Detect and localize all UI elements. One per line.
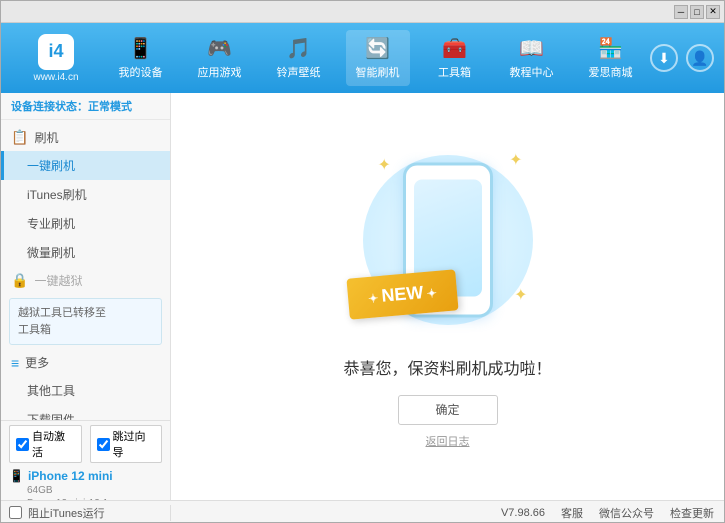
fan-city-icon: 🏪 — [598, 36, 623, 61]
window-controls: ─ □ ✕ — [674, 5, 720, 19]
section-jailbreak[interactable]: 🔒 一键越狱 — [1, 267, 170, 294]
connection-status: 设备连接状态：正常模式 — [1, 93, 170, 120]
smart-flash-icon: 🔄 — [365, 36, 390, 61]
sidebar-bottom-strip: 自动激活 跳过向导 📱 iPhone 12 mini 64GB Down-12m… — [1, 420, 170, 500]
sidebar-scroll: 设备连接状态：正常模式 📋 刷机 一键刷机 iTunes刷机 专业刷机 微量刷机… — [1, 93, 170, 420]
skip-guide-checkbox[interactable] — [97, 438, 110, 451]
stop-itunes-label: 阻止iTunes运行 — [28, 505, 105, 521]
sidebar-item-download-firmware[interactable]: 下载固件 — [1, 405, 170, 420]
sidebar-layout: 设备连接状态：正常模式 📋 刷机 一键刷机 iTunes刷机 专业刷机 微量刷机… — [1, 93, 171, 500]
status-label: 设备连接状态： — [11, 101, 88, 113]
download-button[interactable]: ⬇ — [650, 44, 678, 72]
device-storage: 64GB — [9, 485, 162, 496]
version-text: V7.98.66 — [501, 507, 545, 519]
nav-item-apps-games[interactable]: 🎮 应用游戏 — [188, 30, 252, 86]
sparkle-icon-1: ✦ — [378, 155, 391, 175]
logo-icon-text: i4 — [48, 41, 63, 62]
nav-item-smart-flash[interactable]: 🔄 智能刷机 — [346, 30, 410, 86]
stop-itunes-checkbox[interactable] — [9, 506, 22, 519]
sidebar-item-one-click-flash[interactable]: 一键刷机 — [1, 151, 170, 180]
jailbreak-section-icon: 🔒 — [11, 272, 28, 289]
jailbreak-info-box: 越狱工具已转移至工具箱 — [9, 298, 162, 345]
user-button[interactable]: 👤 — [686, 44, 714, 72]
toolbox-icon: 🧰 — [442, 36, 467, 61]
more-section-icon: ≡ — [11, 355, 19, 371]
app-window: ─ □ ✕ i4 www.i4.cn 📱 我的设备 🎮 应用游戏 — [0, 0, 725, 523]
user-icon: 👤 — [691, 50, 708, 67]
nav-item-ringtones[interactable]: 🎵 铃声壁纸 — [267, 30, 331, 86]
more-section-label: 更多 — [25, 354, 49, 371]
auto-connect-checkbox-label[interactable]: 自动激活 — [9, 425, 82, 463]
ringtones-icon: 🎵 — [286, 36, 311, 61]
skip-guide-checkbox-label[interactable]: 跳过向导 — [90, 425, 163, 463]
body-layout: i4 www.i4.cn 📱 我的设备 🎮 应用游戏 🎵 铃声壁纸 — [1, 23, 724, 523]
checkbox-row: 自动激活 跳过向导 — [9, 425, 162, 463]
logo-icon: i4 — [38, 34, 74, 70]
header-right: ⬇ 👤 — [650, 44, 714, 72]
new-badge: NEW — [346, 269, 458, 319]
sidebar-item-other-tools[interactable]: 其他工具 — [1, 376, 170, 405]
logo-subtitle: www.i4.cn — [33, 72, 78, 83]
tutorial-label: 教程中心 — [510, 64, 554, 80]
sidebar-item-itunes-flash[interactable]: iTunes刷机 — [1, 180, 170, 209]
mid-layout: 设备连接状态：正常模式 📋 刷机 一键刷机 iTunes刷机 专业刷机 微量刷机… — [1, 93, 724, 500]
wechat-link[interactable]: 微信公众号 — [599, 505, 654, 521]
smart-flash-label: 智能刷机 — [356, 64, 400, 80]
close-button[interactable]: ✕ — [706, 5, 720, 19]
device-phone-icon: 📱 — [9, 469, 24, 483]
success-title: 恭喜您，保资料刷机成功啦！ — [343, 355, 551, 379]
nav-item-tutorial[interactable]: 📖 教程中心 — [500, 30, 564, 86]
confirm-button[interactable]: 确定 — [398, 395, 498, 425]
my-device-icon: 📱 — [128, 36, 153, 61]
apps-games-icon: 🎮 — [207, 36, 232, 61]
section-more[interactable]: ≡ 更多 — [1, 349, 170, 376]
status-value: 正常模式 — [88, 101, 132, 113]
apps-games-label: 应用游戏 — [198, 64, 242, 80]
footer-left: 阻止iTunes运行 — [1, 505, 171, 521]
service-link[interactable]: 客服 — [561, 505, 583, 521]
success-illustration: NEW ✦ ✦ ✦ — [358, 145, 538, 335]
main-content: NEW ✦ ✦ ✦ 恭喜您，保资料刷机成功啦！ 确定 返回日志 — [171, 93, 724, 500]
device-name-area: 📱 iPhone 12 mini — [9, 469, 162, 483]
minimize-button[interactable]: ─ — [674, 5, 688, 19]
auto-connect-checkbox[interactable] — [16, 438, 29, 451]
header: i4 www.i4.cn 📱 我的设备 🎮 应用游戏 🎵 铃声壁纸 — [1, 23, 724, 93]
auto-connect-label: 自动激活 — [32, 428, 75, 460]
logo: i4 www.i4.cn — [11, 34, 101, 83]
device-name-text: iPhone 12 mini — [28, 469, 113, 483]
back-log-link[interactable]: 返回日志 — [426, 433, 470, 449]
sidebar-item-pro-flash[interactable]: 专业刷机 — [1, 209, 170, 238]
nav-item-toolbox[interactable]: 🧰 工具箱 — [425, 30, 485, 86]
title-bar: ─ □ ✕ — [1, 1, 724, 23]
nav-item-fan-city[interactable]: 🏪 爱思商城 — [579, 30, 643, 86]
fan-city-label: 爱思商城 — [589, 64, 633, 80]
tutorial-icon: 📖 — [519, 36, 544, 61]
jailbreak-section-label: 一键越狱 — [34, 272, 82, 289]
footer: 阻止iTunes运行 V7.98.66 客服 微信公众号 检查更新 — [1, 500, 724, 523]
flash-section-label: 刷机 — [34, 129, 58, 146]
sidebar-item-micro-flash[interactable]: 微量刷机 — [1, 238, 170, 267]
skip-guide-label: 跳过向导 — [113, 428, 156, 460]
check-update-link[interactable]: 检查更新 — [670, 505, 714, 521]
section-flash[interactable]: 📋 刷机 — [1, 124, 170, 151]
sparkle-icon-3: ✦ — [514, 285, 527, 305]
download-icon: ⬇ — [658, 50, 670, 67]
ringtones-label: 铃声壁纸 — [277, 64, 321, 80]
my-device-label: 我的设备 — [119, 64, 163, 80]
nav-item-my-device[interactable]: 📱 我的设备 — [109, 30, 173, 86]
toolbox-label: 工具箱 — [438, 64, 471, 80]
jailbreak-info-text: 越狱工具已转移至工具箱 — [18, 307, 106, 336]
sparkle-icon-2: ✦ — [509, 150, 522, 170]
nav-items: 📱 我的设备 🎮 应用游戏 🎵 铃声壁纸 🔄 智能刷机 🧰 工具箱 — [101, 30, 650, 86]
maximize-button[interactable]: □ — [690, 5, 704, 19]
footer-right: V7.98.66 客服 微信公众号 检查更新 — [171, 505, 724, 521]
flash-section-icon: 📋 — [11, 129, 28, 146]
